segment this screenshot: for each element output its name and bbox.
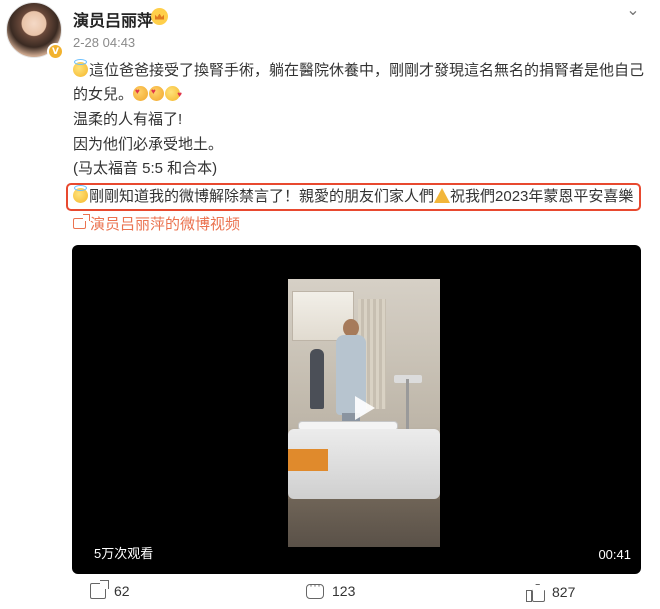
post-text-line-5: (马太福音 5:5 和合本) [73, 160, 218, 177]
author-name[interactable]: 演员吕丽萍 [73, 7, 153, 31]
video-scene-blanket [288, 449, 328, 471]
share-button[interactable]: 62 [90, 580, 130, 599]
share-icon [90, 580, 109, 599]
video-link-icon [73, 214, 90, 229]
post-text-segment: 的女兒。 [73, 86, 134, 103]
video-scene-floor [288, 499, 440, 547]
comment-button[interactable]: 123 [306, 578, 356, 599]
post-time[interactable]: 2-28 04:43 [73, 35, 135, 50]
post-text-line-3: 温柔的人有福了! [73, 111, 183, 128]
post-text-segment: 這位爸爸接受了換腎手術，躺在醫院休養中，剛剛才發現這名無名的捐腎者是他自己 [89, 62, 645, 79]
play-icon[interactable] [345, 390, 381, 426]
post-actions-bar: 62 123 827 [0, 578, 660, 609]
post-menu-button[interactable]: ⌄ [620, 0, 646, 19]
post-text-line-4: 因为他们必承受地土。 [73, 136, 224, 153]
video-scene-person [310, 349, 324, 409]
heart-eyes-emoji-icon [149, 86, 165, 101]
share-count: 62 [114, 583, 130, 599]
like-button[interactable]: 827 [526, 583, 576, 602]
kiss-emoji-icon [165, 83, 182, 107]
vip-icon[interactable] [151, 8, 168, 25]
post-text-line-2: 的女兒。 [73, 83, 648, 107]
like-icon [526, 583, 544, 602]
video-duration: 00:41 [598, 547, 631, 562]
highlight-box [66, 183, 641, 211]
comment-count: 123 [332, 583, 356, 599]
heart-hands-emoji-icon [133, 86, 149, 101]
post-text-line-1: 這位爸爸接受了換腎手術，躺在醫院休養中，剛剛才發現這名無名的捐腎者是他自己 [73, 59, 648, 83]
video-source-link-label: 演员吕丽萍的微博视频 [90, 216, 241, 233]
video-view-count: 5万次观看 [94, 546, 154, 561]
video-source-link[interactable]: 演员吕丽萍的微博视频 [73, 213, 240, 234]
like-count: 827 [552, 584, 576, 600]
chevron-down-icon: ⌄ [626, 0, 640, 19]
video-player[interactable]: 5万次观看 00:41 [72, 245, 641, 574]
halo-smile-emoji-icon [73, 59, 88, 77]
comment-icon [306, 578, 324, 599]
verified-icon: V [47, 43, 64, 60]
